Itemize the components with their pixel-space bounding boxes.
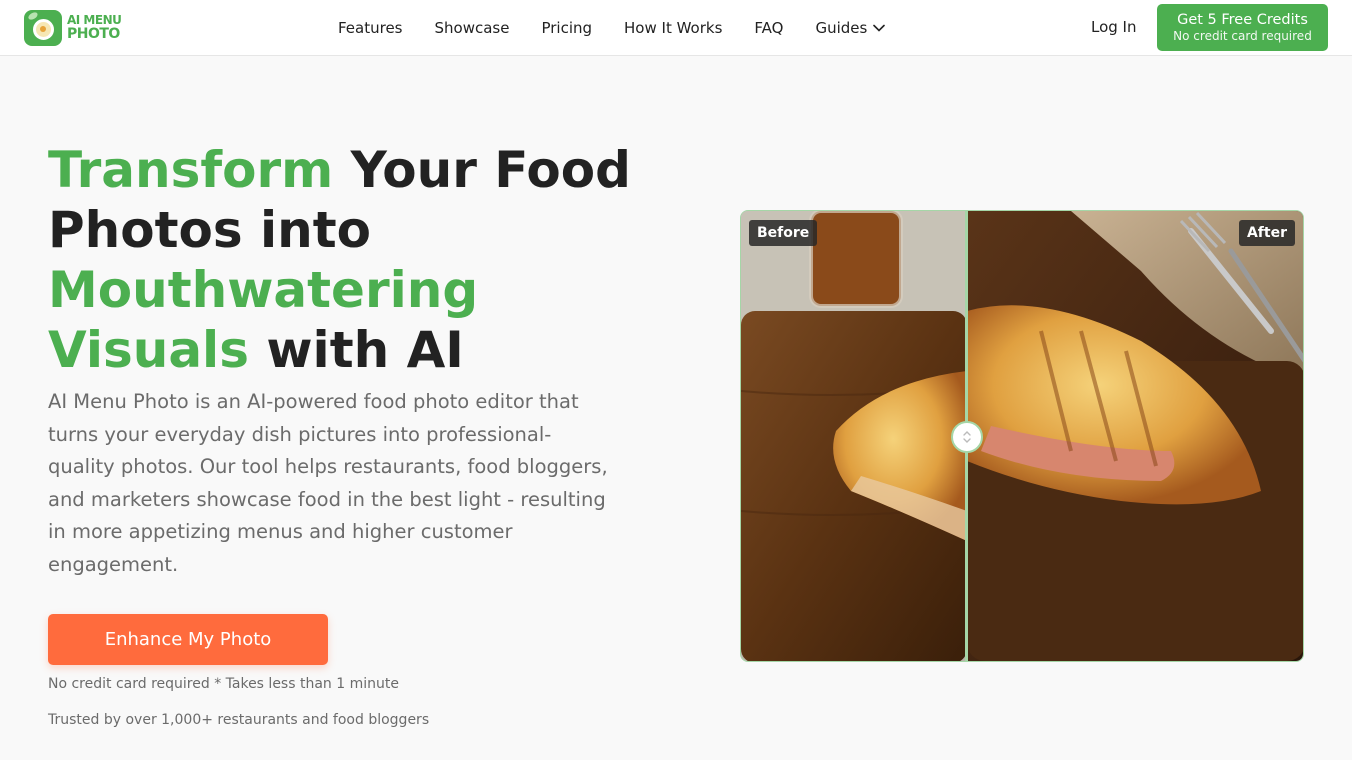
drag-handle-icon (963, 431, 971, 443)
hero-title: Transform Your Food Photos into Mouthwat… (48, 140, 688, 380)
nav-pricing[interactable]: Pricing (541, 19, 592, 37)
before-label: Before (749, 220, 818, 246)
site-header: AI MENU PHOTO Features Showcase Pricing … (0, 0, 1352, 56)
main-nav: Features Showcase Pricing How It Works F… (338, 0, 917, 56)
hero-note-no-card: No credit card required * Takes less tha… (48, 676, 399, 692)
nav-guides[interactable]: Guides (815, 19, 886, 37)
nav-how-it-works[interactable]: How It Works (624, 19, 722, 37)
before-after-comparison[interactable]: Before After (740, 210, 1304, 662)
logo-text: AI MENU PHOTO (67, 14, 122, 42)
login-link[interactable]: Log In (1091, 18, 1137, 36)
hero-description: AI Menu Photo is an AI-powered food phot… (48, 390, 608, 576)
nav-guides-label: Guides (815, 19, 868, 37)
free-credits-label: Get 5 Free Credits (1177, 12, 1308, 28)
enhance-photo-button[interactable]: Enhance My Photo (48, 614, 328, 665)
nav-faq[interactable]: FAQ (754, 19, 783, 37)
free-credits-button[interactable]: Get 5 Free Credits No credit card requir… (1157, 4, 1328, 51)
chevron-down-icon (873, 24, 886, 32)
nav-showcase[interactable]: Showcase (435, 19, 510, 37)
nav-features[interactable]: Features (338, 19, 403, 37)
logo[interactable]: AI MENU PHOTO (24, 10, 122, 46)
hero-title-part-4: with AI (248, 321, 464, 379)
after-label: After (1238, 220, 1295, 246)
before-image (741, 211, 968, 661)
comparison-image (741, 211, 1303, 661)
logo-icon (24, 10, 62, 46)
free-credits-sublabel: No credit card required (1173, 29, 1312, 43)
logo-line-2: PHOTO (67, 26, 120, 42)
hero-note-trusted: Trusted by over 1,000+ restaurants and f… (48, 712, 430, 728)
comparison-slider-handle[interactable] (951, 421, 983, 453)
after-image (967, 211, 1303, 661)
hero-title-highlight-1: Transform (48, 141, 334, 199)
